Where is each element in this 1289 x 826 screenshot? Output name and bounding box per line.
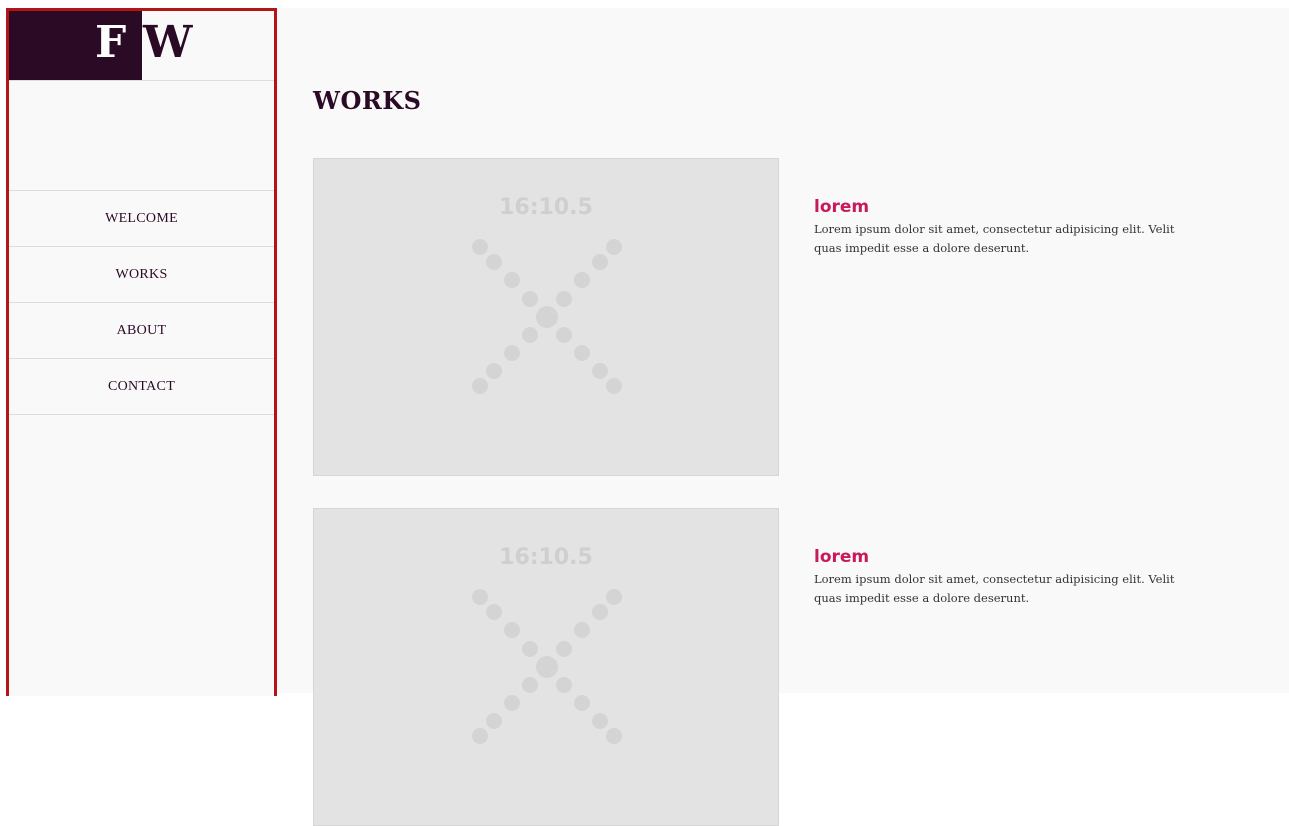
logo-bar: F W xyxy=(9,11,274,81)
work-description: Lorem ipsum dolor sit amet, consectetur … xyxy=(814,572,1175,605)
work-thumbnail[interactable]: 16:10.5 xyxy=(313,508,779,826)
work-card-text: lorem Lorem ipsum dolor sit amet, consec… xyxy=(814,196,1204,258)
work-description: Lorem ipsum dolor sit amet, consectetur … xyxy=(814,222,1175,255)
nav-item-works[interactable]: WORKS xyxy=(9,247,274,303)
placeholder-x-icon xyxy=(472,589,622,744)
page-title: WORKS xyxy=(313,86,422,115)
sidebar: F W WELCOME WORKS ABOUT CONTACT xyxy=(6,8,277,696)
main-content: WORKS 16:10.5 lorem Lorem ipsum dolor si… xyxy=(277,8,1289,826)
work-title[interactable]: lorem xyxy=(814,196,1204,218)
nav-item-welcome[interactable]: WELCOME xyxy=(9,191,274,247)
site-logo[interactable]: F W xyxy=(9,11,274,80)
main-nav: WELCOME WORKS ABOUT CONTACT xyxy=(9,190,274,415)
nav-item-contact[interactable]: CONTACT xyxy=(9,359,274,415)
work-title[interactable]: lorem xyxy=(814,546,1204,568)
work-thumbnail[interactable]: 16:10.5 xyxy=(313,158,779,476)
placeholder-x-icon xyxy=(472,239,622,394)
work-card-text: lorem Lorem ipsum dolor sit amet, consec… xyxy=(814,546,1204,608)
logo-letter-f: F xyxy=(95,17,126,68)
logo-letter-w: W xyxy=(143,17,192,68)
nav-item-about[interactable]: ABOUT xyxy=(9,303,274,359)
